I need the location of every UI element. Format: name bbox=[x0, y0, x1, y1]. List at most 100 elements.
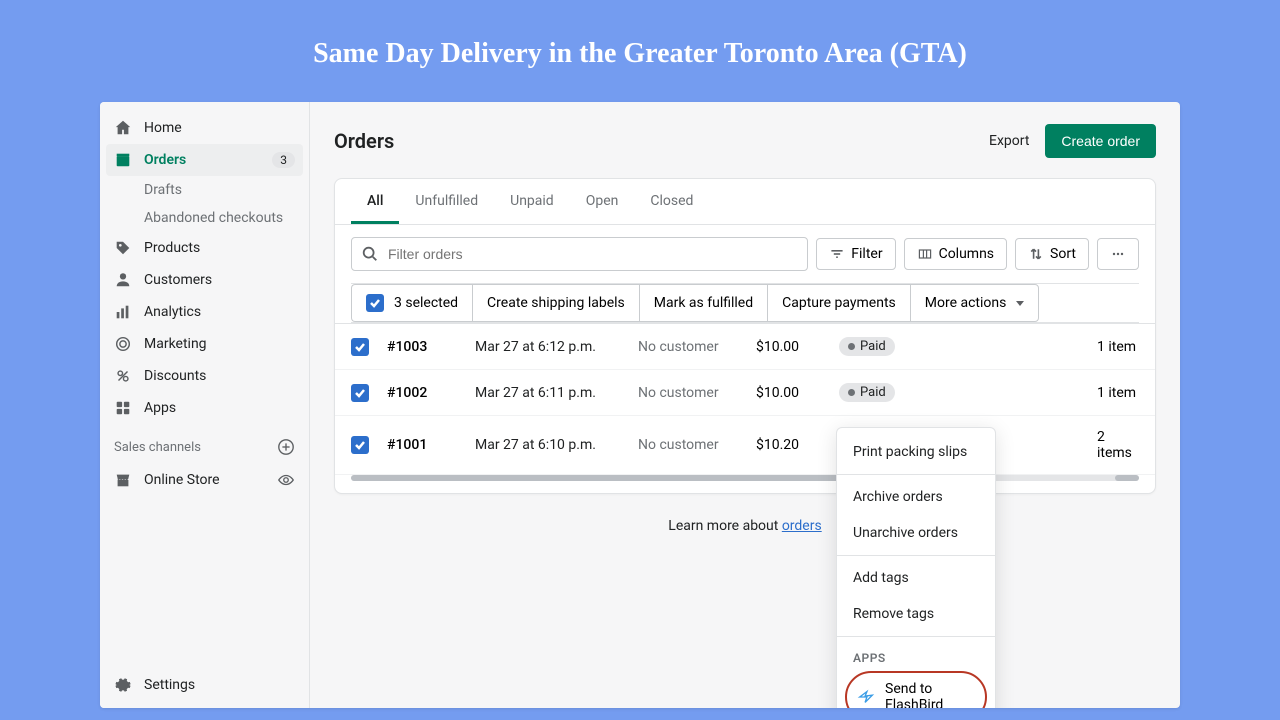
sidebar-item-label: Online Store bbox=[144, 472, 265, 488]
tab-unfulfilled[interactable]: Unfulfilled bbox=[399, 179, 494, 224]
tab-closed[interactable]: Closed bbox=[634, 179, 709, 224]
page-header: Orders Export Create order bbox=[334, 124, 1156, 158]
customers-icon bbox=[114, 271, 132, 289]
more-button[interactable] bbox=[1097, 238, 1139, 270]
sidebar-item-label: Marketing bbox=[144, 336, 295, 352]
tabs: All Unfulfilled Unpaid Open Closed bbox=[335, 179, 1155, 225]
columns-label: Columns bbox=[939, 246, 994, 262]
order-items: 1 item bbox=[917, 385, 1139, 401]
order-items: 1 item bbox=[917, 339, 1139, 355]
sort-button[interactable]: Sort bbox=[1015, 238, 1089, 270]
horizontal-scrollbar[interactable] bbox=[351, 475, 1139, 481]
more-actions-dropdown: Print packing slips Archive orders Unarc… bbox=[836, 427, 996, 708]
order-number: #1003 bbox=[387, 339, 467, 355]
order-date: Mar 27 at 6:10 p.m. bbox=[475, 437, 630, 453]
sidebar-item-analytics[interactable]: Analytics bbox=[100, 296, 309, 328]
search-input[interactable] bbox=[351, 237, 808, 271]
store-icon bbox=[114, 471, 132, 489]
tab-all[interactable]: All bbox=[351, 179, 399, 224]
learn-more: Learn more about orders bbox=[334, 518, 1156, 534]
dd-app-label: Send to FlashBird bbox=[885, 681, 975, 708]
sidebar: Home Orders 3 Drafts Abandoned checkouts… bbox=[100, 102, 310, 708]
selected-count: 3 selected bbox=[394, 295, 458, 311]
sidebar-item-label: Products bbox=[144, 240, 295, 256]
products-icon bbox=[114, 239, 132, 257]
bulk-select-all[interactable]: 3 selected bbox=[351, 284, 472, 322]
order-number: #1001 bbox=[387, 437, 467, 453]
bulk-shipping[interactable]: Create shipping labels bbox=[472, 284, 639, 322]
filter-button[interactable]: Filter bbox=[816, 238, 895, 270]
dd-archive[interactable]: Archive orders bbox=[837, 479, 995, 515]
orders-table: #1003 Mar 27 at 6:12 p.m. No customer $1… bbox=[335, 323, 1155, 475]
analytics-icon bbox=[114, 303, 132, 321]
status-badge: Paid bbox=[839, 337, 895, 356]
home-icon bbox=[114, 119, 132, 137]
create-order-button[interactable]: Create order bbox=[1045, 124, 1156, 158]
sales-channels-label: Sales channels bbox=[114, 440, 201, 455]
sidebar-item-apps[interactable]: Apps bbox=[100, 392, 309, 424]
page-actions: Export Create order bbox=[989, 124, 1156, 158]
table-row[interactable]: #1001 Mar 27 at 6:10 p.m. No customer $1… bbox=[335, 416, 1155, 475]
main-content: Orders Export Create order All Unfulfill… bbox=[310, 102, 1180, 708]
order-customer: No customer bbox=[638, 437, 748, 453]
sidebar-item-products[interactable]: Products bbox=[100, 232, 309, 264]
checkbox-icon[interactable] bbox=[351, 338, 369, 356]
bulk-fulfilled[interactable]: Mark as fulfilled bbox=[639, 284, 767, 322]
table-row[interactable]: #1002 Mar 27 at 6:11 p.m. No customer $1… bbox=[335, 370, 1155, 416]
order-amount: $10.20 bbox=[756, 437, 831, 453]
marketing-icon bbox=[114, 335, 132, 353]
page-title: Orders bbox=[334, 129, 394, 153]
bulk-capture[interactable]: Capture payments bbox=[767, 284, 910, 322]
orders-icon bbox=[114, 151, 132, 169]
sidebar-item-online-store[interactable]: Online Store bbox=[100, 464, 309, 496]
sales-channels-header: Sales channels bbox=[100, 424, 309, 464]
sidebar-item-customers[interactable]: Customers bbox=[100, 264, 309, 296]
sidebar-sub-abandoned[interactable]: Abandoned checkouts bbox=[100, 204, 309, 232]
dd-add-tags[interactable]: Add tags bbox=[837, 560, 995, 596]
tab-unpaid[interactable]: Unpaid bbox=[494, 179, 570, 224]
orders-card: All Unfulfilled Unpaid Open Closed Filte… bbox=[334, 178, 1156, 494]
columns-button[interactable]: Columns bbox=[904, 238, 1007, 270]
view-icon[interactable] bbox=[277, 471, 295, 489]
checkbox-icon[interactable] bbox=[366, 294, 384, 312]
dd-apps-header: APPS bbox=[837, 641, 995, 669]
tab-open[interactable]: Open bbox=[570, 179, 635, 224]
dd-send-flashbird[interactable]: Send to FlashBird bbox=[857, 679, 975, 708]
highlight-circle: Send to FlashBird bbox=[845, 671, 987, 708]
sidebar-item-orders[interactable]: Orders 3 bbox=[106, 144, 303, 176]
sidebar-item-label: Discounts bbox=[144, 368, 295, 384]
sidebar-item-label: Home bbox=[144, 120, 295, 136]
order-customer: No customer bbox=[638, 385, 748, 401]
export-button[interactable]: Export bbox=[989, 133, 1029, 149]
order-number: #1002 bbox=[387, 385, 467, 401]
sidebar-item-label: Customers bbox=[144, 272, 295, 288]
table-row[interactable]: #1003 Mar 27 at 6:12 p.m. No customer $1… bbox=[335, 324, 1155, 370]
sort-icon bbox=[1028, 246, 1044, 262]
sidebar-item-label: Orders bbox=[144, 152, 260, 168]
add-channel-icon[interactable] bbox=[277, 438, 295, 456]
learn-more-link[interactable]: orders bbox=[782, 518, 822, 534]
gear-icon bbox=[114, 676, 132, 694]
sidebar-item-home[interactable]: Home bbox=[100, 112, 309, 144]
filter-label: Filter bbox=[851, 246, 882, 262]
banner-title: Same Day Delivery in the Greater Toronto… bbox=[0, 0, 1280, 102]
sidebar-settings[interactable]: Settings bbox=[100, 666, 309, 708]
apps-icon bbox=[114, 399, 132, 417]
sort-label: Sort bbox=[1050, 246, 1076, 262]
search-wrap bbox=[351, 237, 808, 271]
dd-remove-tags[interactable]: Remove tags bbox=[837, 596, 995, 632]
chevron-down-icon bbox=[1016, 301, 1024, 306]
more-actions-label: More actions bbox=[925, 295, 1007, 311]
app-shell: Home Orders 3 Drafts Abandoned checkouts… bbox=[100, 102, 1180, 708]
order-date: Mar 27 at 6:12 p.m. bbox=[475, 339, 630, 355]
sidebar-item-marketing[interactable]: Marketing bbox=[100, 328, 309, 360]
checkbox-icon[interactable] bbox=[351, 436, 369, 454]
bulk-more-actions[interactable]: More actions bbox=[910, 284, 1040, 322]
search-icon bbox=[361, 245, 379, 263]
sidebar-item-discounts[interactable]: Discounts bbox=[100, 360, 309, 392]
order-date: Mar 27 at 6:11 p.m. bbox=[475, 385, 630, 401]
dd-unarchive[interactable]: Unarchive orders bbox=[837, 515, 995, 551]
checkbox-icon[interactable] bbox=[351, 384, 369, 402]
dd-print-packing[interactable]: Print packing slips bbox=[837, 434, 995, 470]
sidebar-sub-drafts[interactable]: Drafts bbox=[100, 176, 309, 204]
